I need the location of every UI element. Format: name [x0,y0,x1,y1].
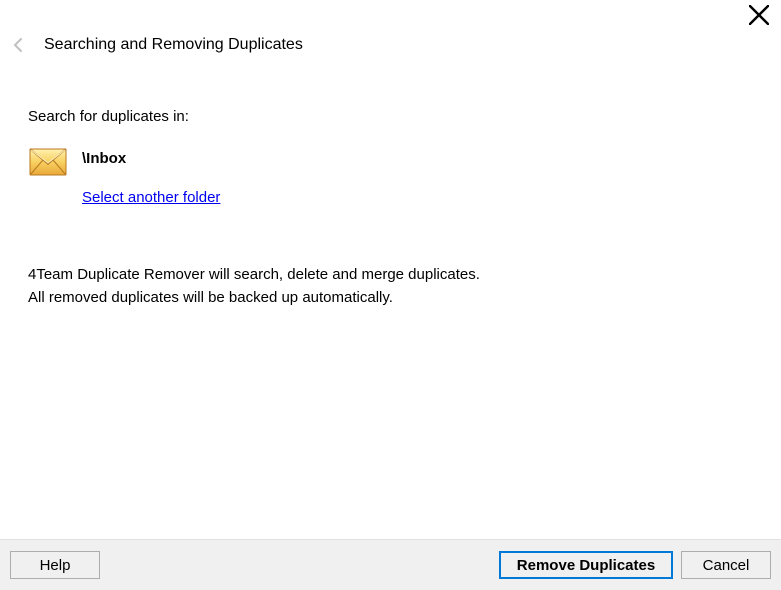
envelope-icon [28,147,68,177]
folder-info: \Inbox Select another folder [82,145,220,206]
select-another-folder-link[interactable]: Select another folder [82,189,220,206]
close-icon [749,5,769,25]
folder-row: \Inbox Select another folder [28,145,781,206]
footer: Help Remove Duplicates Cancel [0,539,781,590]
folder-name: \Inbox [82,145,220,167]
description-line: All removed duplicates will be backed up… [28,287,781,310]
description-text: 4Team Duplicate Remover will search, del… [28,264,781,309]
remove-duplicates-button[interactable]: Remove Duplicates [499,551,673,579]
cancel-button[interactable]: Cancel [681,551,771,579]
help-button[interactable]: Help [10,551,100,579]
arrow-left-icon [12,38,26,52]
content-area: Search for duplicates in: \Inbox Select [0,54,781,309]
page-title: Searching and Removing Duplicates [44,36,303,54]
back-button[interactable] [10,36,28,54]
description-line: 4Team Duplicate Remover will search, del… [28,264,781,287]
close-button[interactable] [749,5,769,25]
header: Searching and Removing Duplicates [0,0,781,54]
search-label: Search for duplicates in: [28,108,781,125]
